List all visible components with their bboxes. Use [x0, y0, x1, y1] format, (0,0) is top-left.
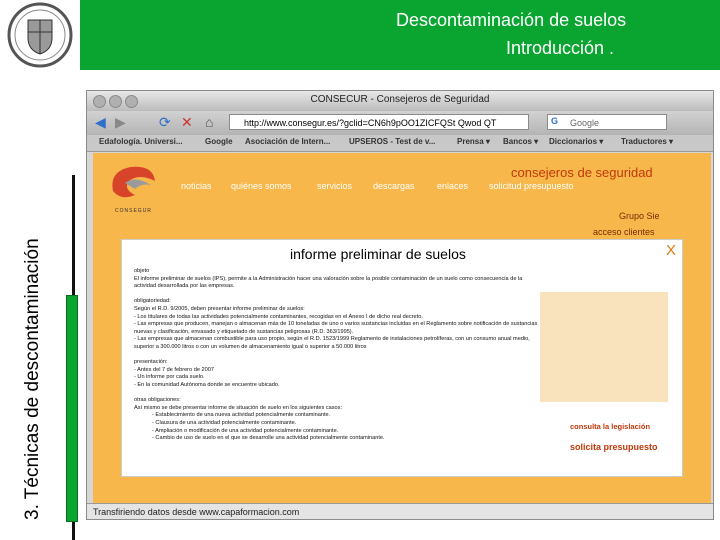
bookmark-item[interactable]: UPSEROS - Test de v...	[349, 137, 435, 146]
bookmark-item[interactable]: Google	[205, 137, 233, 146]
bookmarks-bar: Edafología. Universi... Google Asociació…	[87, 135, 713, 152]
grupo-link[interactable]: Grupo Sie	[619, 211, 660, 221]
modal-text-line: actividad desarrollada por las empresas.	[134, 283, 235, 290]
university-crest-logo	[2, 2, 78, 68]
close-icon[interactable]: X	[666, 242, 676, 259]
modal-text-line: - Las empresas que producen, manejan o a…	[134, 321, 538, 328]
modal-text-line: - Un informe por cada suelo.	[134, 374, 205, 381]
nav-item-servicios[interactable]: servicios	[317, 181, 352, 191]
modal-text-line: - Antes del 7 de febrero de 2007	[134, 366, 214, 373]
modal-text-line: Según el R.D. 9/2005, deben presentar in…	[134, 306, 305, 312]
slide-header-bar: Descontaminación de suelos Introducción …	[80, 0, 720, 70]
nav-item-quienes-somos[interactable]: quiénes somos	[231, 181, 292, 191]
nav-item-noticias[interactable]: noticias	[181, 181, 212, 191]
green-accent-bar	[66, 295, 78, 522]
bookmark-item[interactable]: Traductores ▾	[621, 137, 673, 146]
forward-arrow-icon[interactable]: ▶	[115, 114, 126, 131]
modal-text-line: - En la comunidad Autónoma donde se encu…	[134, 382, 280, 388]
site-tagline: consejeros de seguridad	[511, 165, 653, 180]
modal-title: informe preliminar de suelos	[290, 246, 466, 262]
modal-text-line: nuevas y clasificación, envasado y etiqu…	[134, 328, 354, 335]
back-arrow-icon[interactable]: ◀	[95, 114, 106, 131]
browser-toolbar: ◀ ▶ ⟳ ✕ ⌂ http://www.consegur.es/?gclid=…	[87, 111, 713, 135]
quote-request-link[interactable]: solicita presupuesto	[570, 442, 658, 452]
bookmark-item[interactable]: Asociación de Intern...	[245, 137, 330, 146]
bookmark-item[interactable]: Diccionarios ▾	[549, 137, 603, 146]
address-bar[interactable]: http://www.consegur.es/?gclid=CN6h9pOO1Z…	[229, 114, 529, 130]
slide-title-line1: Descontaminación de suelos	[396, 10, 627, 30]
reload-icon[interactable]: ⟳	[159, 114, 171, 131]
modal-text-line: superior a 300.000 litros o con un volum…	[134, 344, 367, 350]
webpage-content: CONSEGUR consejeros de seguridad noticia…	[93, 153, 711, 505]
browser-titlebar: CONSECUR - Consejeros de Seguridad	[87, 91, 713, 111]
search-input[interactable]: Google	[547, 114, 667, 130]
browser-window: CONSECUR - Consejeros de Seguridad ◀ ▶ ⟳…	[86, 90, 714, 520]
background-panel	[540, 292, 668, 402]
nav-item-descargas[interactable]: descargas	[373, 181, 415, 191]
window-title: CONSECUR - Consejeros de Seguridad	[310, 94, 490, 105]
consegur-logo-icon	[112, 166, 155, 198]
nav-item-enlaces[interactable]: enlaces	[437, 181, 468, 191]
modal-text-line: - Ampliación o modificación de una activ…	[152, 427, 339, 434]
slide-title-line2: Introducción .	[506, 38, 615, 58]
nav-item-solicitud-presupuesto[interactable]: solicitud presupuesto	[489, 181, 574, 191]
bookmark-item[interactable]: Edafología. Universi...	[99, 137, 183, 146]
stop-icon[interactable]: ✕	[181, 114, 193, 131]
modal-text-line: - Clausura de una actividad potencialmen…	[152, 420, 297, 426]
legislation-link[interactable]: consulta la legislación	[570, 422, 650, 431]
modal-text-line: - Las empresas que almacenan combustible…	[134, 336, 530, 343]
modal-text-line: presentación:	[134, 359, 168, 366]
modal-text-line: - Establecimiento de una nueva actividad…	[152, 412, 331, 419]
modal-text-line: - Cambio de uso de suelo en el que se de…	[152, 435, 385, 442]
section-vertical-label: 3. Técnicas de descontaminación	[22, 238, 43, 520]
client-access-link[interactable]: acceso clientes	[593, 227, 655, 237]
google-search-icon: G	[551, 116, 559, 126]
bookmark-item[interactable]: Prensa ▾	[457, 137, 490, 146]
bookmark-item[interactable]: Bancos ▾	[503, 137, 538, 146]
status-bar: Transfiriendo datos desde www.capaformac…	[87, 503, 713, 519]
site-logo-text: CONSEGUR	[115, 208, 152, 214]
modal-text-line: otras obligaciones:	[134, 397, 181, 404]
home-icon[interactable]: ⌂	[205, 114, 213, 130]
modal-text-line: Así mismo se debe presentar informe de s…	[134, 404, 343, 411]
modal-text-line: El informe preliminar de suelos (IPS), p…	[134, 275, 523, 282]
modal-text-line: objeto	[134, 268, 150, 274]
modal-text-line: obligatoriedad:	[134, 298, 171, 305]
report-modal: informe preliminar de suelos X objeto El …	[121, 239, 683, 477]
modal-text-line: - Los titulares de todas las actividades…	[134, 313, 423, 320]
